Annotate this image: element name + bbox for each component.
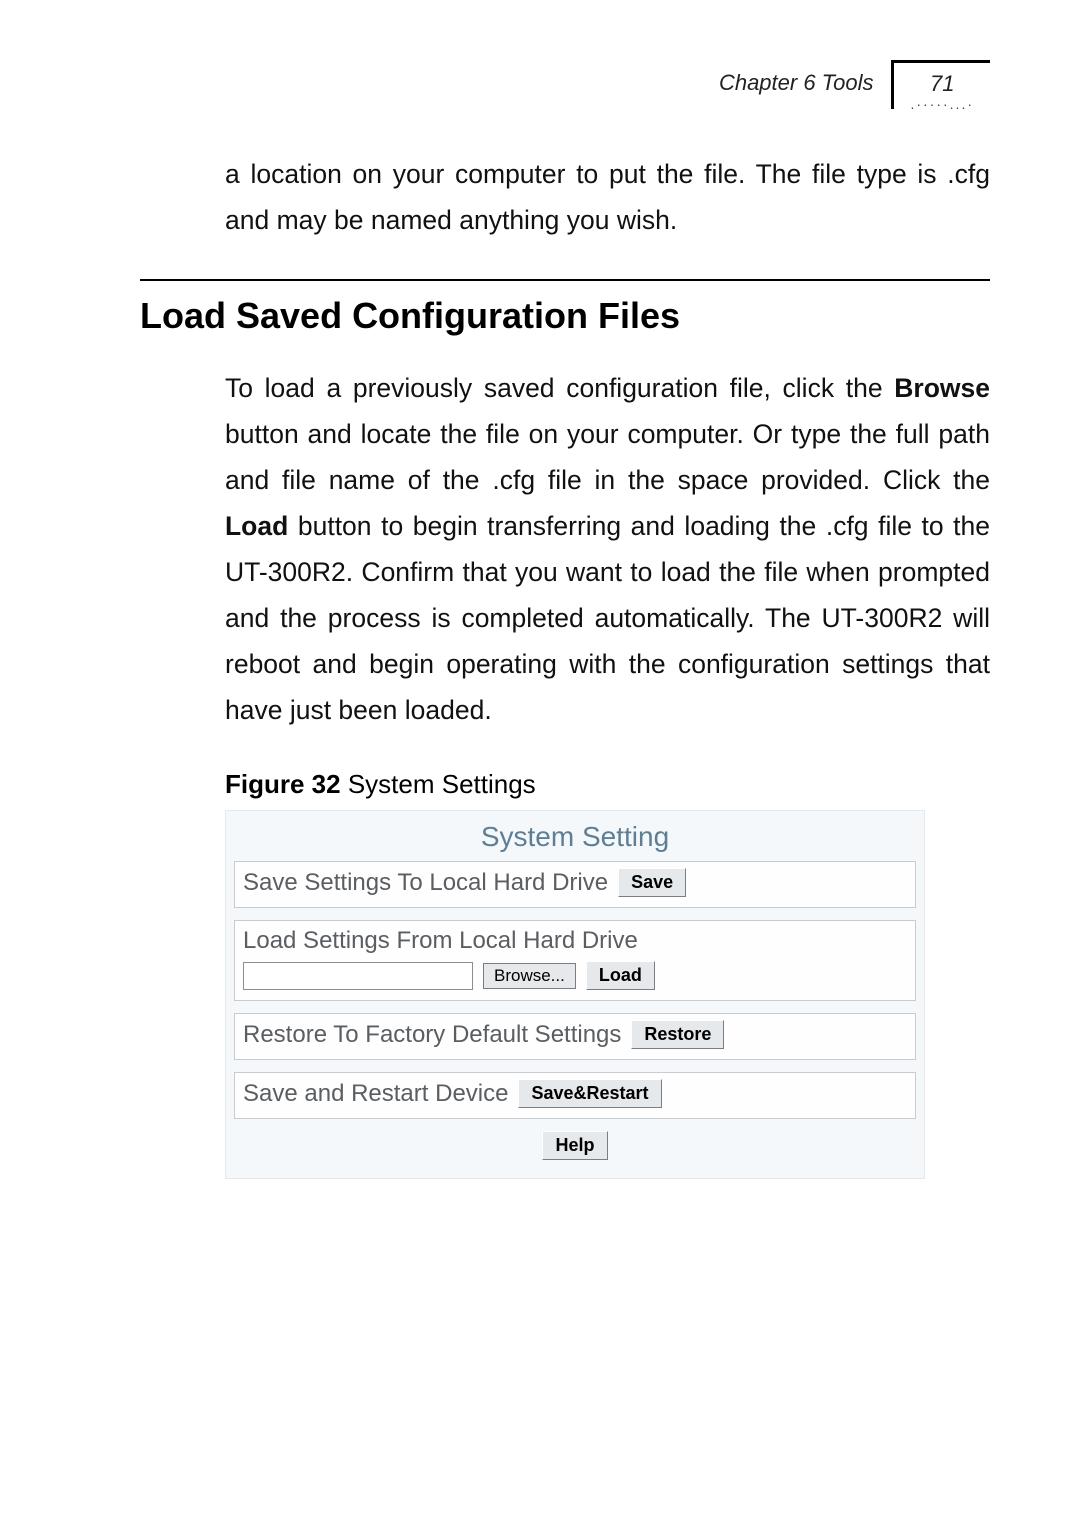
page-root: Chapter 6 Tools 71 .·····...· a location… xyxy=(0,0,1080,1528)
intro-paragraph: a location on your computer to put the f… xyxy=(225,151,990,243)
save-restart-button[interactable]: Save&Restart xyxy=(518,1079,661,1108)
section-rule xyxy=(140,279,990,281)
header-ornament-icon: .·····...· xyxy=(910,99,974,109)
page-number: 71 xyxy=(910,71,974,97)
panel-gap xyxy=(234,908,916,920)
system-setting-figure: System Setting Save Settings To Local Ha… xyxy=(225,810,925,1179)
file-path-input[interactable] xyxy=(243,962,473,990)
restore-label: Restore To Factory Default Settings xyxy=(243,1021,621,1049)
help-wrap: Help xyxy=(234,1131,916,1160)
section-heading: Load Saved Configuration Files xyxy=(140,295,990,337)
load-button[interactable]: Load xyxy=(586,961,655,990)
figure-number: Figure 32 xyxy=(225,769,341,799)
restart-panel: Save and Restart Device Save&Restart xyxy=(234,1072,916,1119)
figure-label: Figure 32 System Settings xyxy=(225,769,990,800)
text-fragment: button and locate the file on your compu… xyxy=(225,419,990,495)
save-button[interactable]: Save xyxy=(618,868,686,897)
figure-title: System Settings xyxy=(341,769,536,799)
load-settings-panel: Load Settings From Local Hard Drive Brow… xyxy=(234,920,916,1001)
save-settings-label: Save Settings To Local Hard Drive xyxy=(243,869,608,897)
page-header: Chapter 6 Tools 71 .·····...· xyxy=(140,60,990,109)
main-paragraph: To load a previously saved configuration… xyxy=(225,365,990,733)
page-number-box: 71 .·····...· xyxy=(891,60,990,109)
text-fragment: To load a previously saved configuration… xyxy=(225,373,894,403)
text-fragment: button to begin transferring and loading… xyxy=(225,511,990,725)
browse-bold: Browse xyxy=(894,373,990,403)
browse-button[interactable]: Browse... xyxy=(483,963,576,989)
help-button[interactable]: Help xyxy=(542,1131,607,1160)
system-setting-title: System Setting xyxy=(234,821,916,853)
panel-gap xyxy=(234,1001,916,1013)
save-settings-panel: Save Settings To Local Hard Drive Save xyxy=(234,861,916,908)
load-settings-label: Load Settings From Local Hard Drive xyxy=(243,927,907,955)
panel-gap xyxy=(234,1060,916,1072)
restart-label: Save and Restart Device xyxy=(243,1080,508,1108)
restore-button[interactable]: Restore xyxy=(631,1020,724,1049)
restore-panel: Restore To Factory Default Settings Rest… xyxy=(234,1013,916,1060)
chapter-label: Chapter 6 Tools xyxy=(719,60,874,96)
load-bold: Load xyxy=(225,511,288,541)
